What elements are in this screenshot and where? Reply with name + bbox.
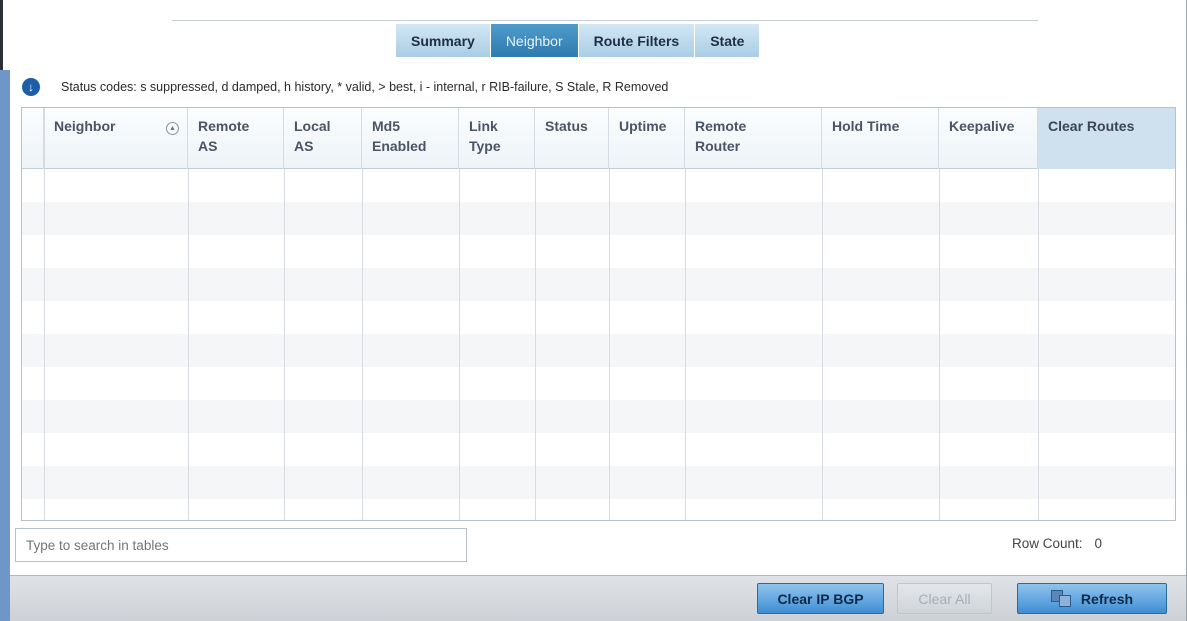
column-label: Status: [545, 118, 588, 134]
table-row: [22, 301, 1175, 334]
header-divider: [172, 20, 1038, 21]
arrow-down-icon[interactable]: ↓: [22, 78, 40, 96]
column-header-link-type[interactable]: Link Type: [459, 108, 535, 169]
footer-bar: [10, 575, 1186, 621]
left-accent-bar: [0, 70, 10, 621]
column-label: Hold Time: [832, 118, 900, 134]
column-label: Keepalive: [949, 118, 1015, 134]
column-divider: [1038, 169, 1039, 520]
row-count-label: Row Count:: [1012, 536, 1083, 551]
row-count: Row Count: 0: [1012, 536, 1102, 551]
sort-icon[interactable]: ▲: [166, 122, 179, 135]
column-divider: [609, 169, 610, 520]
table-row: [22, 400, 1175, 433]
column-header-local-as[interactable]: Local AS: [284, 108, 362, 169]
column-label: AS: [198, 138, 218, 154]
table-row: [22, 334, 1175, 367]
column-header-uptime[interactable]: Uptime: [609, 108, 685, 169]
neighbor-table: Neighbor ▲ Remote AS Local AS Md5 Enable…: [21, 107, 1176, 521]
tab-summary[interactable]: Summary: [396, 24, 491, 57]
tab-bar: Summary Neighbor Route Filters State: [396, 24, 761, 57]
button-label: Refresh: [1080, 590, 1134, 607]
table-row: [22, 235, 1175, 268]
column-divider: [535, 169, 536, 520]
table-row: [22, 367, 1175, 400]
row-select-header: [22, 108, 44, 169]
column-label: Router: [695, 138, 741, 154]
button-label: Clear All: [918, 590, 971, 607]
table-body: [22, 169, 1175, 520]
column-divider: [459, 169, 460, 520]
table-header: Neighbor ▲ Remote AS Local AS Md5 Enable…: [22, 108, 1175, 169]
column-divider: [685, 169, 686, 520]
row-count-value: 0: [1094, 536, 1103, 551]
column-header-remote-router[interactable]: Remote Router: [685, 108, 822, 169]
refresh-icon: [1050, 589, 1073, 608]
column-divider: [822, 169, 823, 520]
column-label: AS: [294, 138, 314, 154]
column-label: Clear Routes: [1048, 118, 1135, 134]
column-header-clear-routes[interactable]: Clear Routes: [1038, 108, 1175, 169]
column-label: Remote: [198, 118, 250, 134]
column-label: Remote: [695, 118, 747, 134]
clear-ip-bgp-button[interactable]: Clear IP BGP: [757, 583, 884, 614]
column-label: Local: [294, 118, 331, 134]
column-header-neighbor[interactable]: Neighbor ▲: [44, 108, 188, 169]
refresh-button[interactable]: Refresh: [1017, 583, 1167, 614]
column-label: Uptime: [619, 118, 667, 134]
column-divider: [284, 169, 285, 520]
clear-all-button[interactable]: Clear All: [897, 583, 992, 614]
column-label: Type: [469, 138, 501, 154]
tab-route-filters[interactable]: Route Filters: [578, 24, 696, 57]
column-header-keepalive[interactable]: Keepalive: [939, 108, 1038, 169]
column-divider: [44, 108, 45, 520]
table-row: [22, 169, 1175, 202]
column-label: Link: [469, 118, 498, 134]
column-header-md5-enabled[interactable]: Md5 Enabled: [362, 108, 459, 169]
table-row: [22, 499, 1175, 520]
column-label: Neighbor: [54, 118, 116, 134]
column-divider: [362, 169, 363, 520]
table-row: [22, 202, 1175, 235]
table-row: [22, 466, 1175, 499]
column-label: Md5: [372, 118, 400, 134]
column-header-remote-as[interactable]: Remote AS: [188, 108, 284, 169]
column-divider: [939, 169, 940, 520]
tab-state[interactable]: State: [695, 24, 761, 57]
table-row: [22, 433, 1175, 466]
search-input[interactable]: [15, 528, 467, 562]
column-divider: [188, 169, 189, 520]
column-header-hold-time[interactable]: Hold Time: [822, 108, 939, 169]
column-label: Enabled: [372, 138, 427, 154]
status-codes-text: Status codes: s suppressed, d damped, h …: [61, 80, 669, 94]
table-row: [22, 268, 1175, 301]
column-header-status[interactable]: Status: [535, 108, 609, 169]
tab-neighbor[interactable]: Neighbor: [490, 24, 579, 57]
button-label: Clear IP BGP: [777, 590, 864, 607]
status-codes-legend: ↓ Status codes: s suppressed, d damped, …: [22, 77, 668, 97]
